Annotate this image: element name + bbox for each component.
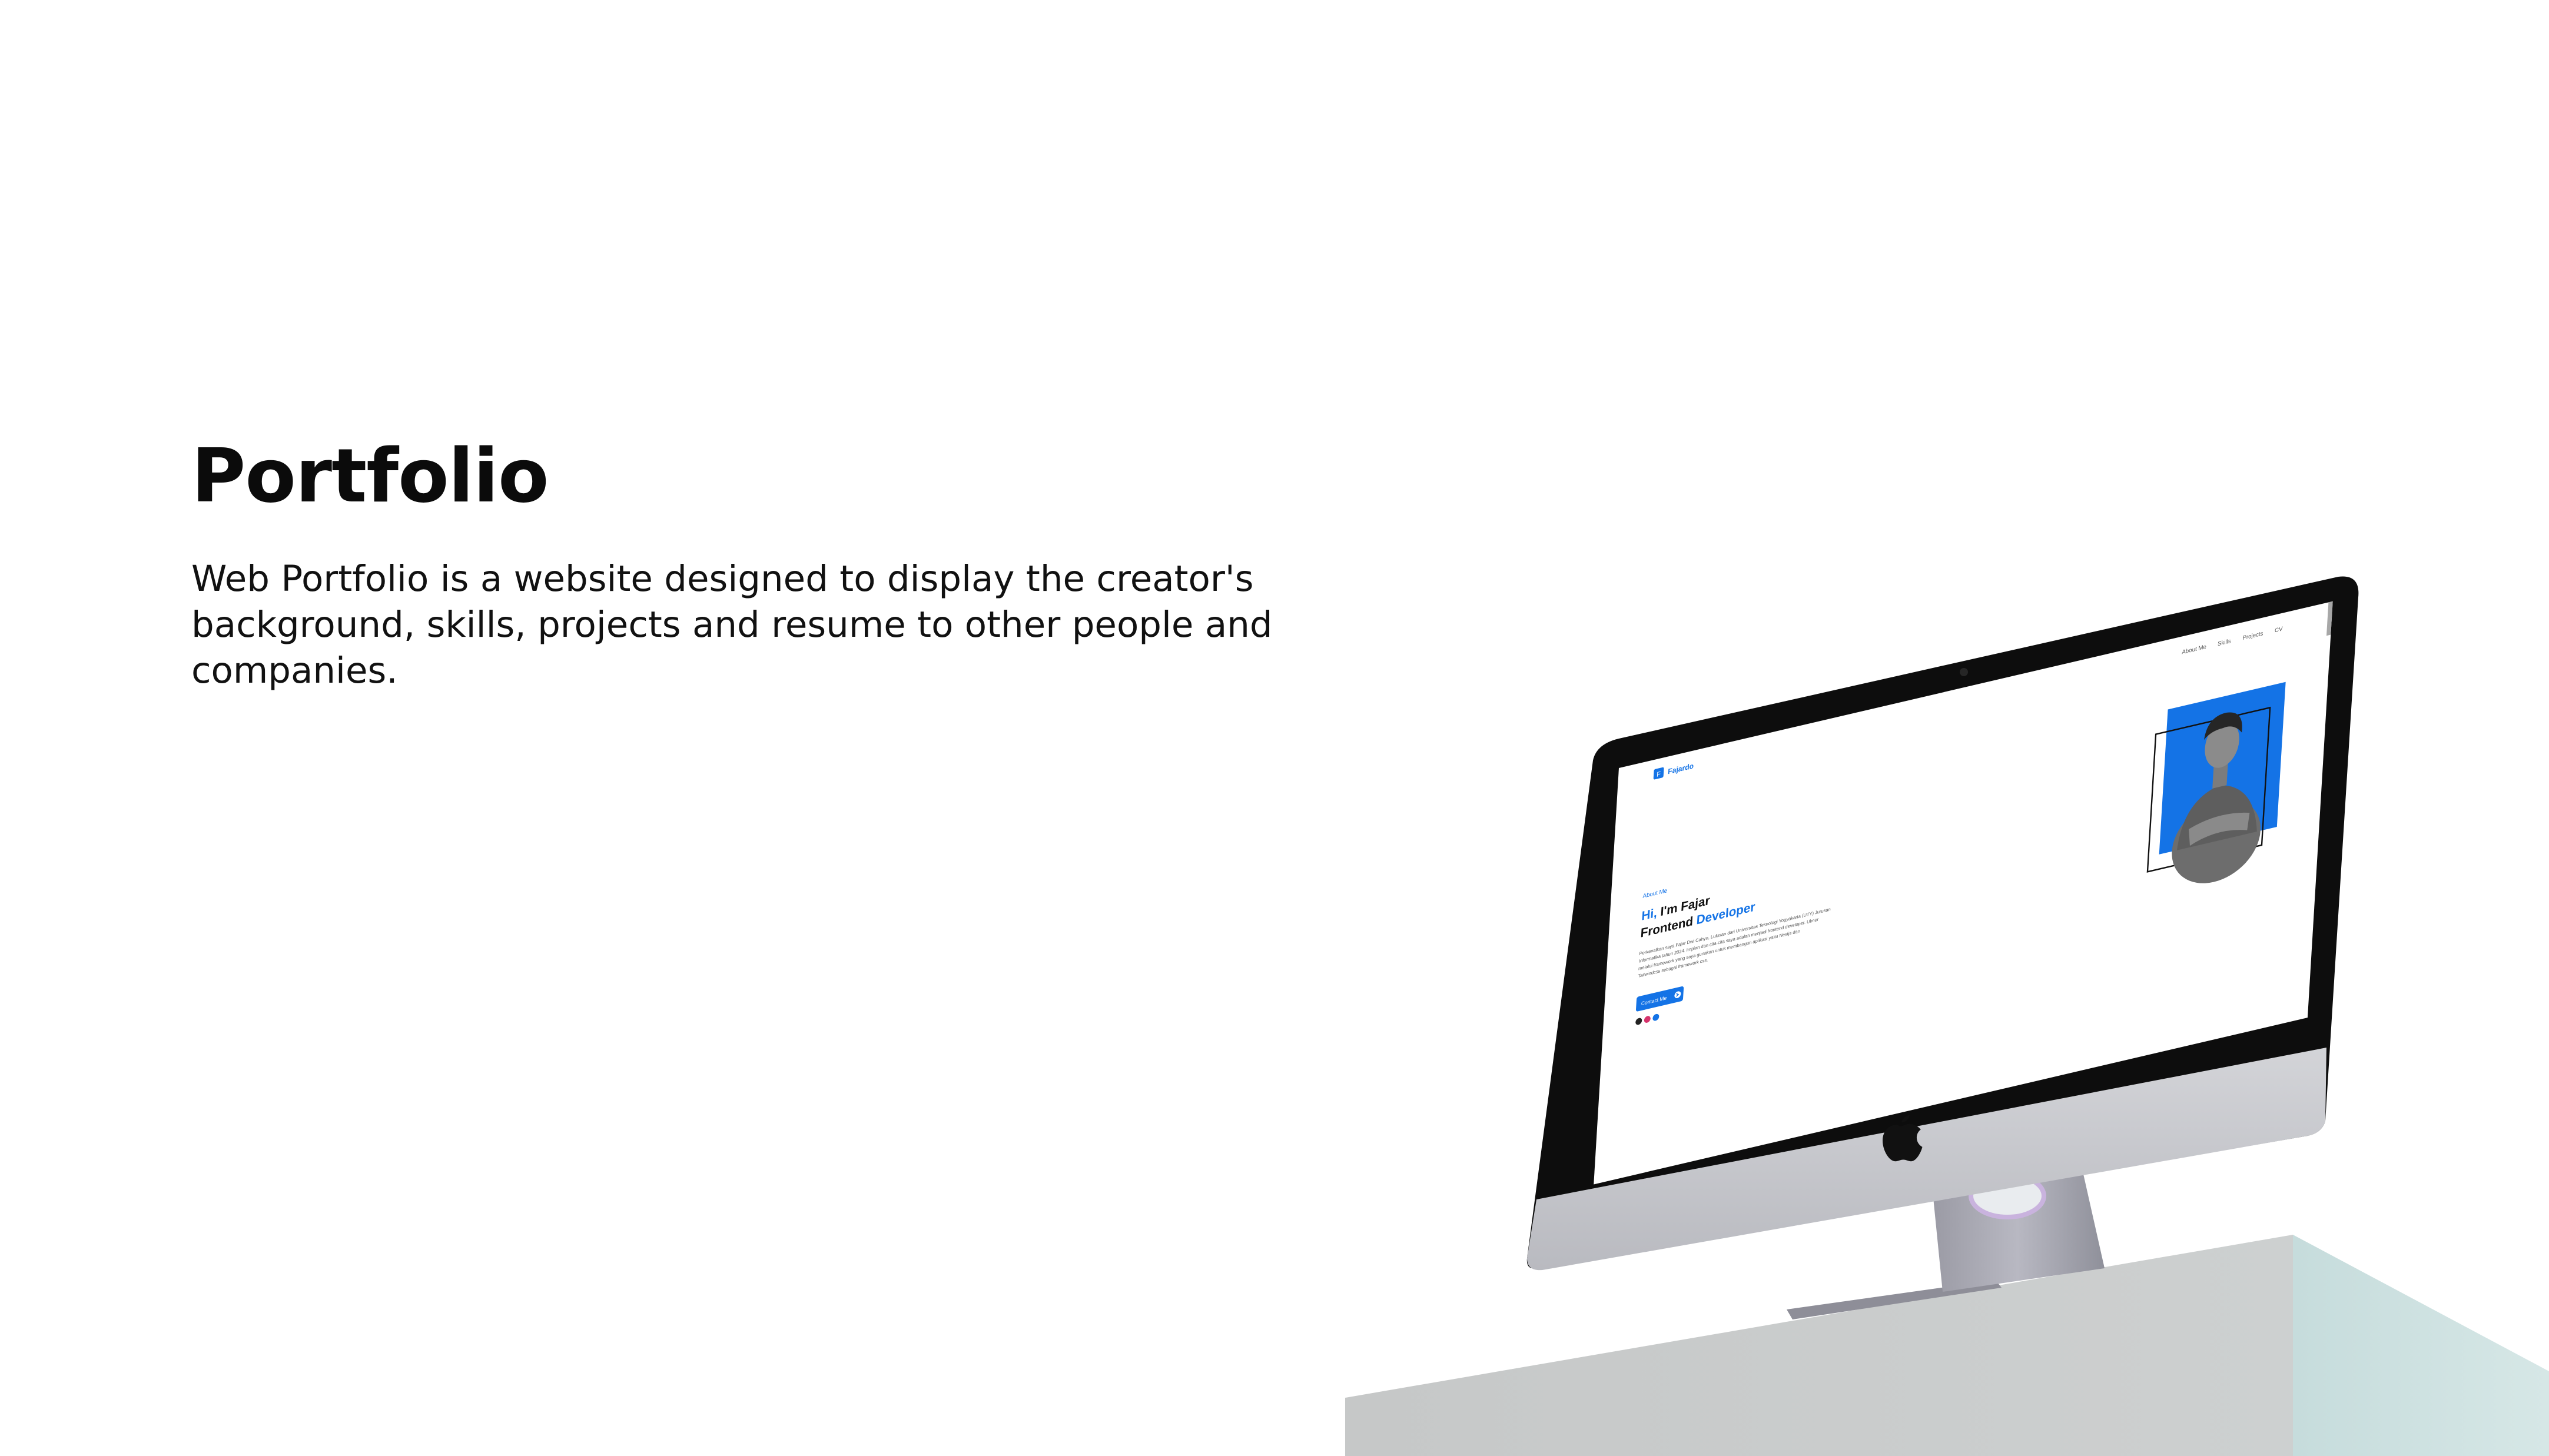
pedestal-side — [2293, 1235, 2549, 1456]
mock-site-logo-letter: F — [1657, 770, 1661, 779]
pedestal-front — [1345, 1235, 2293, 1456]
imac-mockup-scene: F Fajardo About Me Skills Projects CV Ab… — [1345, 576, 2549, 1456]
webcam-icon — [1960, 668, 1968, 676]
